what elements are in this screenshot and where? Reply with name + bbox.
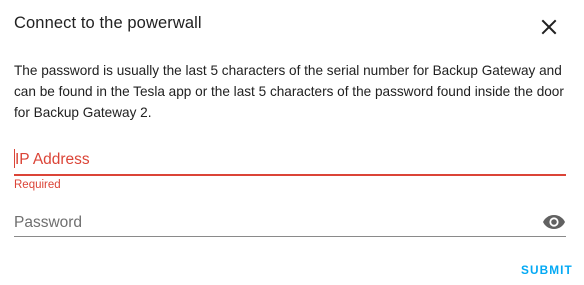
- dialog-title: Connect to the powerwall: [14, 14, 202, 32]
- ip-address-field[interactable]: IP Address: [14, 146, 566, 176]
- eye-icon: [543, 215, 565, 229]
- submit-button[interactable]: SUBMIT: [521, 263, 573, 277]
- ip-address-label: IP Address: [15, 151, 90, 168]
- powerwall-dialog: Connect to the powerwall The password is…: [0, 0, 584, 285]
- password-label: Password: [14, 214, 83, 231]
- ip-address-error: Required: [14, 179, 61, 191]
- dialog-description: The password is usually the last 5 chara…: [14, 63, 564, 120]
- close-icon: [541, 19, 557, 35]
- password-field[interactable]: Password: [14, 208, 566, 237]
- toggle-password-visibility-button[interactable]: [542, 212, 566, 232]
- close-button[interactable]: [536, 14, 562, 40]
